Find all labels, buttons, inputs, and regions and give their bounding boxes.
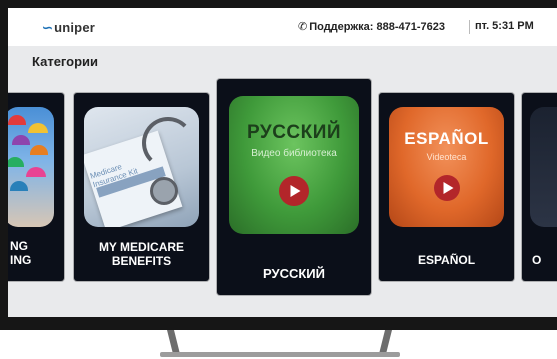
card-label: NG ING (8, 239, 64, 267)
card-label: MY MEDICARE BENEFITS (74, 240, 209, 268)
thumb-subtitle: Videoteca (426, 152, 467, 162)
date-time: пт. 5:31 PM (475, 20, 534, 32)
tv-stand-leg-right (379, 330, 392, 354)
category-card-festival[interactable]: NG ING (8, 93, 64, 281)
card-label-line2: ING (10, 253, 32, 267)
thumb-title: ESPAÑOL (404, 129, 489, 148)
card-thumbnail: РУССКИЙ Видео библиотека (229, 96, 359, 234)
category-card-russian[interactable]: РУССКИЙ Видео библиотека РУССКИЙ (217, 79, 371, 295)
tv-stand-leg-left (167, 330, 180, 354)
play-icon (279, 176, 309, 206)
uniper-logo: ∽uniper (42, 20, 95, 36)
category-card-partial-right[interactable]: O (522, 93, 557, 281)
logo-text: uniper (54, 20, 96, 35)
play-icon (434, 175, 460, 201)
thumb-subtitle: Видео библиотека (251, 148, 337, 159)
thumb-title: РУССКИЙ (246, 122, 342, 143)
phone-icon: ✆ (298, 21, 308, 33)
header-divider (469, 20, 470, 34)
support-info: ✆ Поддержка: 888-471-7623 (298, 20, 445, 33)
card-thumbnail: Medicare Insurance Kit (84, 107, 199, 227)
card-thumbnail (530, 107, 557, 227)
card-thumbnail: ESPAÑOL Videoteca (389, 107, 504, 227)
support-text: Поддержка: 888-471-7623 (309, 21, 445, 33)
tv-screen: ∽uniper ✆ Поддержка: 888-471-7623 пт. 5:3… (8, 8, 557, 317)
card-label-line1: NG (10, 239, 28, 253)
category-card-medicare[interactable]: Medicare Insurance Kit MY MEDICARE BENEF… (74, 93, 209, 281)
card-label: РУССКИЙ (263, 266, 325, 281)
top-bar: ∽uniper ✆ Поддержка: 888-471-7623 пт. 5:3… (8, 8, 557, 46)
categories-title: Категории (32, 54, 99, 69)
tv-frame: ∽uniper ✆ Поддержка: 888-471-7623 пт. 5:3… (0, 0, 557, 330)
card-label-line2: BENEFITS (111, 254, 172, 268)
uniper-logo-mark-icon: ∽ (42, 20, 54, 35)
tv-stand-base (160, 352, 400, 357)
card-thumbnail (8, 107, 54, 227)
category-card-spanish[interactable]: ESPAÑOL Videoteca ESPAÑOL (379, 93, 514, 281)
card-label: O (532, 253, 542, 267)
card-label: ESPAÑOL (417, 253, 476, 267)
card-label-line1: MY MEDICARE (98, 240, 185, 254)
